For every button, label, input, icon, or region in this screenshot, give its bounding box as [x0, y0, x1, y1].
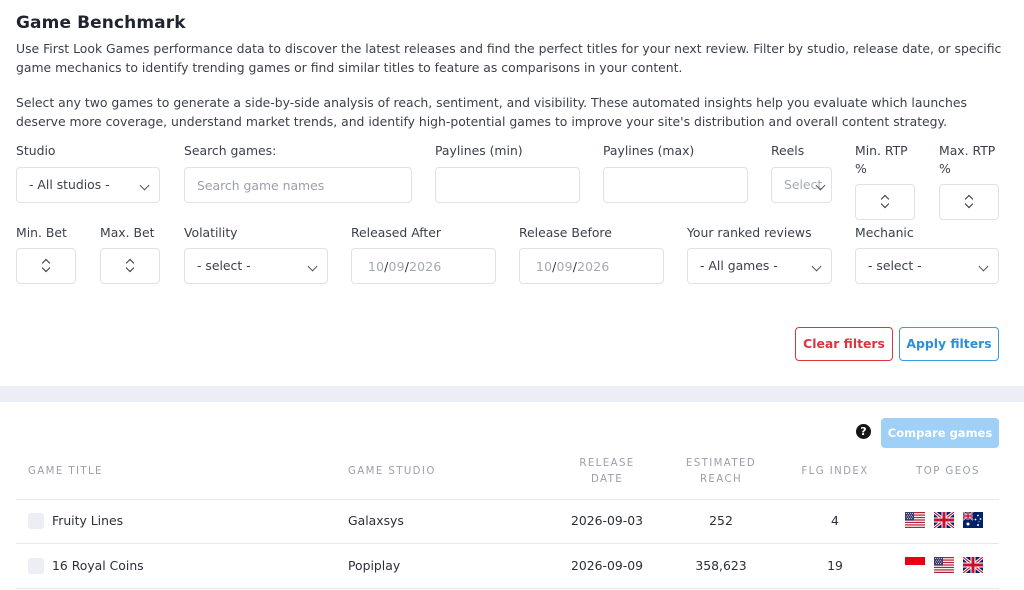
clear-filters-button[interactable]: Clear filters — [795, 327, 893, 361]
min-rtp-stepper[interactable] — [855, 184, 915, 220]
release-date: 2026-09-09 — [570, 558, 643, 573]
column-header-title: Game Title — [28, 466, 103, 477]
max-rtp-stepper[interactable] — [939, 184, 999, 220]
studio-select[interactable]: - All studios - — [16, 167, 160, 203]
released-after-label: Released After — [351, 225, 441, 240]
chevron-down-icon — [139, 180, 150, 191]
uk-flag-icon — [934, 512, 954, 528]
page-description-2: Select any two games to generate a side-… — [16, 95, 967, 129]
row-select-checkbox[interactable] — [28, 513, 44, 529]
flg-index: 4 — [831, 513, 839, 528]
released-after-date-value: 10/09/2026 — [368, 259, 442, 274]
us-flag-icon — [934, 557, 954, 573]
reels-select[interactable]: Select — [771, 167, 832, 203]
paylines-min-input[interactable] — [435, 167, 580, 203]
mechanic-select-value: - select - — [868, 258, 922, 273]
ranked-reviews-label: Your ranked reviews — [687, 225, 812, 240]
volatility-label: Volatility — [184, 225, 238, 240]
column-header-geos: Top Geos — [916, 466, 980, 477]
help-icon[interactable]: ? — [856, 424, 871, 439]
mechanic-label: Mechanic — [855, 225, 914, 240]
search-label: Search games: — [184, 143, 277, 158]
studio-label: Studio — [16, 143, 56, 158]
ranked-reviews-select-value: - All games - — [700, 258, 778, 273]
min-rtp-label: Min. RTP — [855, 143, 908, 158]
column-header-studio: Game Studio — [348, 466, 436, 477]
uk-flag-icon — [963, 557, 983, 573]
min-bet-stepper[interactable] — [16, 248, 76, 284]
reels-label: Reels — [771, 143, 805, 158]
stepper-arrows-icon[interactable] — [964, 195, 974, 209]
row-select-checkbox[interactable] — [28, 558, 44, 574]
chevron-down-icon — [307, 261, 318, 272]
search-placeholder: Search game names — [197, 178, 325, 193]
release-before-date-input[interactable]: 10/09/2026 — [519, 248, 664, 284]
release-date: 2026-09-03 — [570, 513, 643, 528]
min-bet-label: Min. Bet — [16, 225, 67, 240]
au-flag-icon — [963, 512, 983, 528]
mechanic-select[interactable]: - select - — [855, 248, 999, 284]
max-bet-label: Max. Bet — [100, 225, 155, 240]
min-rtp-unit: % — [855, 161, 867, 176]
column-header-reach: Estimated Reach — [685, 458, 757, 485]
column-header-index: FLG Index — [801, 466, 869, 477]
volatility-select-value: - select - — [197, 258, 251, 273]
stepper-arrows-icon[interactable] — [41, 259, 51, 273]
us-flag-icon — [905, 512, 925, 528]
estimated-reach: 252 — [709, 513, 733, 528]
release-before-label: Release Before — [519, 225, 612, 240]
page-description-1: Use First Look Games performance data to… — [16, 41, 1002, 75]
max-rtp-label: Max. RTP — [939, 143, 996, 158]
released-after-date-input[interactable]: 10/09/2026 — [351, 248, 496, 284]
stepper-arrows-icon[interactable] — [125, 259, 135, 273]
max-bet-stepper[interactable] — [100, 248, 160, 284]
estimated-reach: 358,623 — [695, 558, 747, 573]
paylines-min-label: Paylines (min) — [435, 143, 523, 158]
top-geos — [905, 512, 983, 528]
paylines-max-label: Paylines (max) — [603, 143, 695, 158]
apply-filters-button[interactable]: Apply filters — [899, 327, 999, 361]
top-geos — [905, 557, 983, 573]
chevron-down-icon — [978, 261, 989, 272]
filter-panel: Game Benchmark Use First Look Games perf… — [0, 0, 1024, 386]
max-rtp-unit: % — [939, 161, 951, 176]
table-divider — [16, 588, 999, 589]
studio-select-value: - All studios - — [29, 177, 110, 192]
id-flag-icon — [905, 557, 925, 573]
chevron-down-icon — [811, 261, 822, 272]
stepper-arrows-icon[interactable] — [880, 195, 890, 209]
column-header-release: Release Date — [579, 458, 635, 485]
game-title[interactable]: Fruity Lines — [52, 513, 123, 529]
game-studio: Popiplay — [348, 558, 401, 573]
volatility-select[interactable]: - select - — [184, 248, 328, 284]
game-studio: Galaxsys — [348, 513, 404, 528]
search-input[interactable]: Search game names — [184, 167, 412, 203]
page-title: Game Benchmark — [16, 13, 186, 33]
ranked-reviews-select[interactable]: - All games - — [687, 248, 832, 284]
table-divider — [16, 499, 999, 500]
game-title[interactable]: 16 Royal Coins — [52, 558, 144, 574]
release-before-date-value: 10/09/2026 — [536, 259, 610, 274]
section-divider — [0, 386, 1024, 402]
flg-index: 19 — [827, 558, 843, 573]
table-divider — [16, 543, 999, 544]
paylines-max-input[interactable] — [603, 167, 748, 203]
compare-games-button[interactable]: Compare games — [881, 418, 999, 448]
